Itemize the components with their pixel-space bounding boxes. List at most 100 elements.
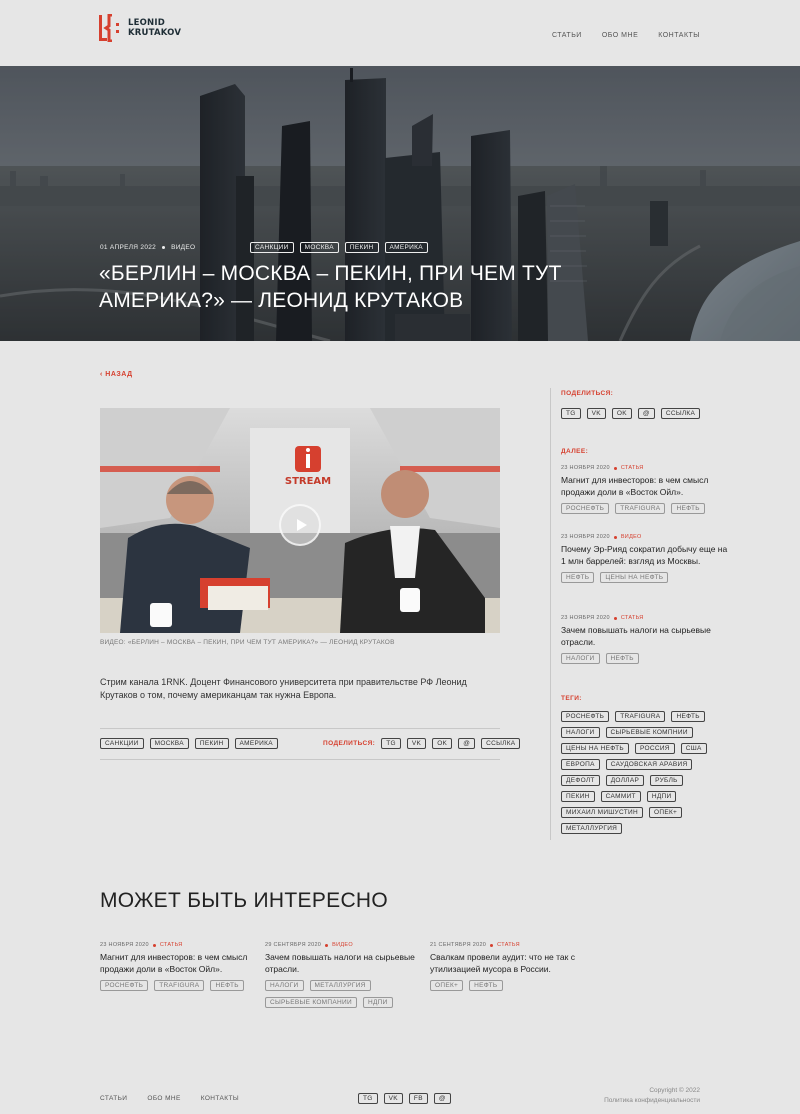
card-title[interactable]: Магнит для инвесторов: в чем смысл прода… — [100, 952, 260, 975]
card-tag[interactable]: ЦЕНЫ НА НЕФТЬ — [600, 572, 669, 583]
card-tag[interactable]: МЕТАЛЛУРГИЯ — [309, 980, 371, 991]
card-tag[interactable]: РОСНЕФТЬ — [100, 980, 149, 991]
site-header: LEONID KRUTAKOV СТАТЬИ ОБО МНЕ КОНТАКТЫ — [0, 0, 800, 66]
related-card[interactable]: 21 СЕНТЯБРЯ 2020 СТАТЬЯ Свалкам провели а… — [430, 942, 590, 991]
video-brand: STREAM — [285, 476, 331, 487]
sidebar-next-card[interactable]: 23 НОЯБРЯ 2020 ВИДЕО Почему Эр-Рияд сокра… — [561, 534, 731, 583]
share-link-button[interactable]: ССЫЛКА — [660, 408, 701, 419]
tag-cloud-item[interactable]: ОПЕК+ — [649, 807, 683, 818]
card-date: 23 НОЯБРЯ 2020 — [561, 615, 610, 621]
tag-cloud-item[interactable]: РОССИЯ — [634, 743, 675, 754]
social-vk-button[interactable]: VK — [383, 1093, 403, 1104]
share-label: ПОДЕЛИТЬСЯ: — [323, 740, 376, 747]
tag-cloud-item[interactable]: ДЕФОЛТ — [561, 775, 600, 786]
hero-tag[interactable]: МОСКВА — [299, 242, 339, 253]
article-tag[interactable]: МОСКВА — [149, 738, 189, 749]
footer-nav-about[interactable]: ОБО МНЕ — [147, 1095, 180, 1102]
tag-cloud-item[interactable]: МЕТАЛЛУРГИЯ — [561, 823, 623, 834]
page: LEONID KRUTAKOV СТАТЬИ ОБО МНЕ КОНТАКТЫ — [0, 0, 800, 1114]
article-tag[interactable]: АМЕРИКА — [234, 738, 278, 749]
tag-cloud-item[interactable]: РОСНЕФТЬ — [561, 711, 610, 722]
video-player[interactable]: STREAM — [100, 408, 500, 633]
related-card[interactable]: 23 НОЯБРЯ 2020 СТАТЬЯ Магнит для инвестор… — [100, 942, 260, 991]
sidebar-next-card[interactable]: 23 НОЯБРЯ 2020 СТАТЬЯ Зачем повышать нало… — [561, 615, 731, 664]
share-ok-button[interactable]: OK — [611, 408, 632, 419]
hero-tag[interactable]: ПЕКИН — [344, 242, 379, 253]
tag-cloud-item[interactable]: США — [680, 743, 707, 754]
tag-cloud-item[interactable]: МИХАИЛ МИШУСТИН — [561, 807, 643, 818]
card-title[interactable]: Зачем повышать налоги на сырьевые отрасл… — [561, 625, 731, 648]
nav-item-about[interactable]: ОБО МНЕ — [602, 32, 638, 39]
card-tag[interactable]: НЕФТЬ — [469, 980, 503, 991]
hero-tag[interactable]: САНКЦИИ — [250, 242, 294, 253]
footer-nav-contacts[interactable]: КОНТАКТЫ — [201, 1095, 239, 1102]
card-tag[interactable]: НАЛОГИ — [561, 653, 600, 664]
back-label: НАЗАД — [105, 371, 133, 378]
card-tag[interactable]: СЫРЬЕВЫЕ КОМПАНИИ — [265, 997, 357, 1008]
card-tag[interactable]: TRAFIGURA — [615, 503, 666, 514]
tag-cloud-item[interactable]: НЕФТЬ — [671, 711, 705, 722]
hero-tag[interactable]: АМЕРИКА — [384, 242, 428, 253]
tag-cloud-item[interactable]: НАЛОГИ — [561, 727, 600, 738]
video-caption: ВИДЕО: «БЕРЛИН – МОСКВА – ПЕКИН, ПРИ ЧЕМ… — [100, 639, 395, 646]
card-kind: СТАТЬЯ — [620, 465, 644, 471]
card-tag[interactable]: НЕФТЬ — [605, 653, 639, 664]
card-date: 21 СЕНТЯБРЯ 2020 — [430, 942, 487, 948]
card-title[interactable]: Свалкам провели аудит: что не так с утил… — [430, 952, 590, 975]
article-lede: Стрим канала 1RNK. Доцент Финансового ун… — [100, 677, 467, 700]
main-nav: СТАТЬИ ОБО МНЕ КОНТАКТЫ — [552, 32, 700, 39]
card-tag[interactable]: РОСНЕФТЬ — [561, 503, 610, 514]
sidebar-share-label: ПОДЕЛИТЬСЯ: — [561, 390, 614, 397]
footer-nav-articles[interactable]: СТАТЬИ — [100, 1095, 127, 1102]
social-email-button[interactable]: @ — [433, 1093, 451, 1104]
share-email-button[interactable]: @ — [637, 408, 655, 419]
social-tg-button[interactable]: TG — [358, 1093, 378, 1104]
tag-cloud-item[interactable]: НДПИ — [646, 791, 677, 802]
article-tag[interactable]: ПЕКИН — [194, 738, 229, 749]
share-tg-button[interactable]: TG — [561, 408, 581, 419]
nav-item-articles[interactable]: СТАТЬИ — [552, 32, 582, 39]
card-tag[interactable]: ОПЕК+ — [430, 980, 464, 991]
play-button[interactable] — [279, 504, 321, 546]
tag-cloud-item[interactable]: TRAFIGURA — [615, 711, 666, 722]
tag-cloud-item[interactable]: ПЕКИН — [561, 791, 595, 802]
card-tag[interactable]: НАЛОГИ — [265, 980, 304, 991]
next-label: ДАЛЕЕ: — [561, 448, 589, 455]
site-logo[interactable]: LEONID KRUTAKOV — [99, 13, 182, 43]
card-title[interactable]: Зачем повышать налоги на сырьевые отрасл… — [265, 952, 425, 975]
tag-cloud-item[interactable]: ЦЕНЫ НА НЕФТЬ — [561, 743, 629, 754]
related-section-title: МОЖЕТ БЫТЬ ИНТЕРЕСНО — [100, 889, 389, 912]
social-fb-button[interactable]: FB — [408, 1093, 428, 1104]
tag-cloud-item[interactable]: ДОЛЛАР — [605, 775, 645, 786]
sidebar-next-card[interactable]: 23 НОЯБРЯ 2020 СТАТЬЯ Магнит для инвестор… — [561, 465, 731, 514]
card-title[interactable]: Почему Эр-Рияд сократил добычу еще на 1 … — [561, 544, 731, 567]
tag-cloud-item[interactable]: РУБЛЬ — [650, 775, 683, 786]
related-card[interactable]: 29 СЕНТЯБРЯ 2020 ВИДЕО Зачем повышать нал… — [265, 942, 425, 1008]
card-kind: СТАТЬЯ — [497, 942, 520, 948]
card-tag[interactable]: НЕФТЬ — [671, 503, 705, 514]
card-tag[interactable]: TRAFIGURA — [154, 980, 205, 991]
separator-dot-icon — [325, 943, 329, 947]
hero-tags: САНКЦИИ МОСКВА ПЕКИН АМЕРИКА — [250, 242, 428, 253]
tag-cloud-item[interactable]: САУДОВСКАЯ АРАВИЯ — [605, 759, 693, 770]
tag-cloud-item[interactable]: САММИТ — [600, 791, 641, 802]
back-link[interactable]: ‹ НАЗАД — [100, 371, 133, 378]
card-tag[interactable]: НЕФТЬ — [210, 980, 244, 991]
share-tg-button[interactable]: TG — [381, 738, 401, 749]
card-tag[interactable]: НДПИ — [362, 997, 393, 1008]
share-link-button[interactable]: ССЫЛКА — [481, 738, 521, 749]
share-vk-button[interactable]: VK — [406, 738, 427, 749]
privacy-link[interactable]: Политика конфиденциальности — [604, 1097, 700, 1104]
share-email-button[interactable]: @ — [458, 738, 476, 749]
share-bar: ПОДЕЛИТЬСЯ: TG VK OK @ ССЫЛКА — [323, 738, 521, 749]
tag-cloud-item[interactable]: ЕВРОПА — [561, 759, 600, 770]
card-title[interactable]: Магнит для инвесторов: в чем смысл прода… — [561, 475, 731, 498]
article-tag[interactable]: САНКЦИИ — [100, 738, 144, 749]
separator-dot-icon — [490, 943, 494, 947]
share-vk-button[interactable]: VK — [586, 408, 606, 419]
card-tag[interactable]: НЕФТЬ — [561, 572, 595, 583]
share-ok-button[interactable]: OK — [432, 738, 453, 749]
nav-item-contacts[interactable]: КОНТАКТЫ — [658, 32, 700, 39]
logo-text: LEONID KRUTAKOV — [128, 18, 182, 38]
tag-cloud-item[interactable]: СЫРЬЕВЫЕ КОМПНИИ — [605, 727, 693, 738]
